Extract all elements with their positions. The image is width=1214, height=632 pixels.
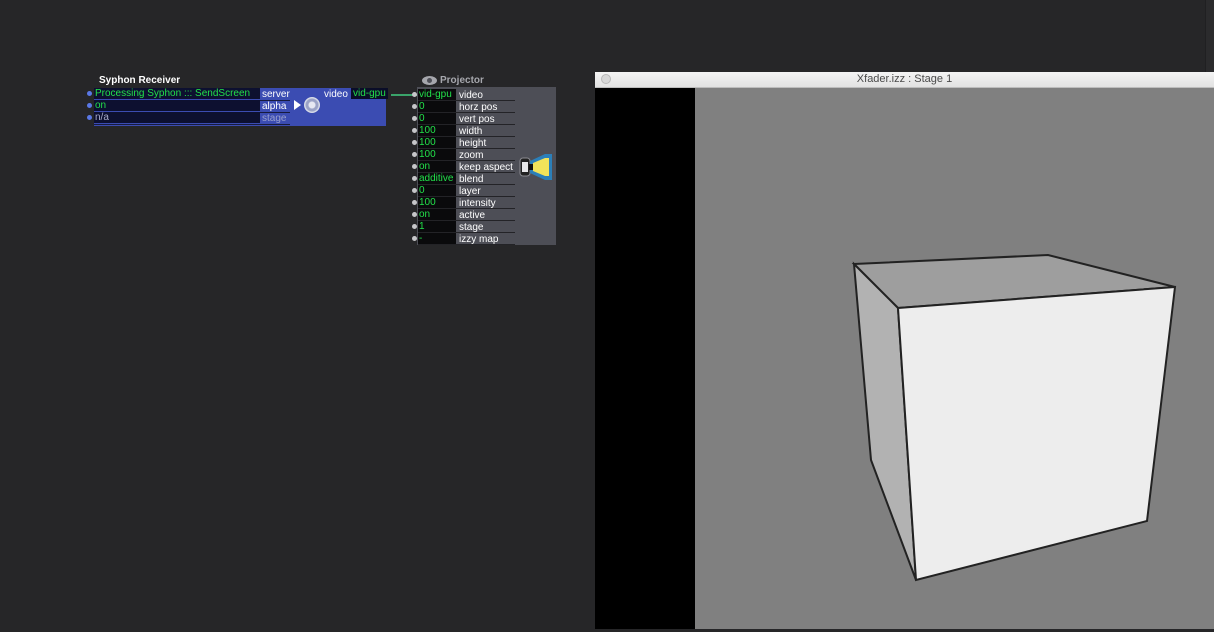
stage-divider [94,124,290,125]
stage-value-field[interactable]: 1 [418,221,456,232]
cube-render [851,253,1177,582]
editor-scroll-edge[interactable] [1205,0,1214,72]
alpha-label: alpha [262,101,287,112]
layer-input-port[interactable] [412,188,417,193]
stage-titlebar[interactable]: Xfader.izz : Stage 1 [595,72,1214,88]
stage-input-port[interactable] [87,115,92,120]
izzy-map-value-field[interactable]: - [418,233,456,244]
server-input-port[interactable] [87,91,92,96]
height-input-port[interactable] [412,140,417,145]
izzy-map-divider [418,244,515,245]
video-value-field[interactable]: vid-gpu [418,89,456,100]
stage-input-port[interactable] [412,224,417,229]
eye-icon[interactable] [422,75,437,85]
video-output-label: video [324,89,348,100]
width-value-field[interactable]: 100 [418,125,456,136]
stage-window[interactable]: Xfader.izz : Stage 1 [595,72,1214,629]
height-value-field[interactable]: 100 [418,137,456,148]
alpha-input-port[interactable] [87,103,92,108]
horz-pos-input-port[interactable] [412,104,417,109]
stage-letterbox [595,88,695,629]
blend-value-field[interactable]: additive [418,173,456,184]
stage-window-title: Xfader.izz : Stage 1 [856,73,953,85]
server-value-field[interactable]: Processing Syphon ::: SendScreen [94,88,260,99]
zoom-value-field[interactable]: 100 [418,149,456,160]
intensity-input-port[interactable] [412,200,417,205]
active-value-field[interactable]: on [418,209,456,220]
zoom-input-port[interactable] [412,152,417,157]
blend-input-port[interactable] [412,176,417,181]
layer-value-field[interactable]: 0 [418,185,456,196]
horz-pos-value-field[interactable]: 0 [418,101,456,112]
preview-triangle-icon[interactable] [294,100,301,110]
projector-title: Projector [440,74,484,86]
vert-pos-input-port[interactable] [412,116,417,121]
video-output-value[interactable]: vid-gpu [351,88,388,99]
projector-header[interactable]: Projector [422,74,484,86]
keep-aspect-value-field[interactable]: on [418,161,456,172]
server-label: server [262,89,290,100]
syphon-receiver-title[interactable]: Syphon Receiver [99,75,180,86]
intensity-value-field[interactable]: 100 [418,197,456,208]
keep-aspect-input-port[interactable] [412,164,417,169]
alpha-value-field[interactable]: on [94,100,260,111]
video-input-port[interactable] [412,92,417,97]
patch-editor[interactable]: Syphon Receiver Processing Syphon ::: Se… [0,0,1214,629]
stage-value-field[interactable]: n/a [94,112,260,123]
stage-label: stage [262,113,287,124]
active-input-port[interactable] [412,212,417,217]
syphon-gear-icon[interactable] [304,97,320,113]
stage-output-view [695,88,1214,629]
width-input-port[interactable] [412,128,417,133]
izzy-map-input-port[interactable] [412,236,417,241]
projector-lamp-icon [519,154,552,180]
vert-pos-value-field[interactable]: 0 [418,113,456,124]
